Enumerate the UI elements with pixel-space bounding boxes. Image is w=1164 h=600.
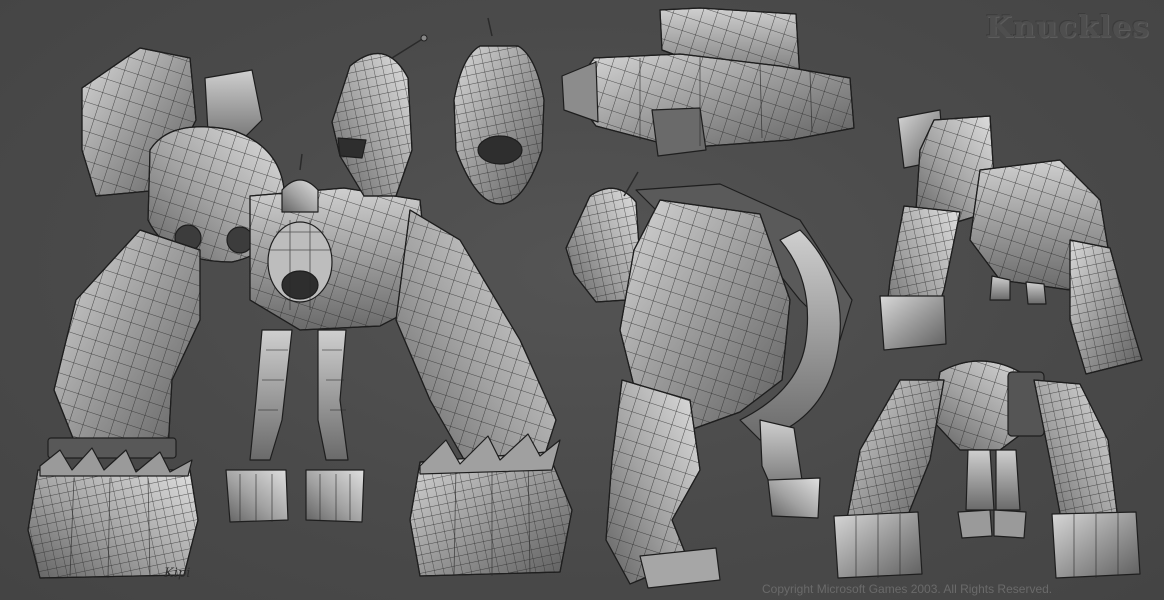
- rocket-backpack: [561, 7, 855, 157]
- three-quarter-view-model: [879, 109, 1143, 375]
- model-sheet: Knuckles Kipi Copyright Microsoft Games …: [0, 0, 1164, 600]
- character-renders: [27, 7, 1143, 589]
- head-front-view: [453, 17, 545, 205]
- side-view-model: [565, 171, 853, 589]
- artist-signature: Kipi: [164, 566, 191, 581]
- back-view-model: [833, 360, 1141, 579]
- head-side-view: [331, 34, 428, 197]
- character-name-title: Knuckles: [985, 10, 1150, 45]
- copyright-notice: Copyright Microsoft Games 2003. All Righ…: [762, 582, 1053, 596]
